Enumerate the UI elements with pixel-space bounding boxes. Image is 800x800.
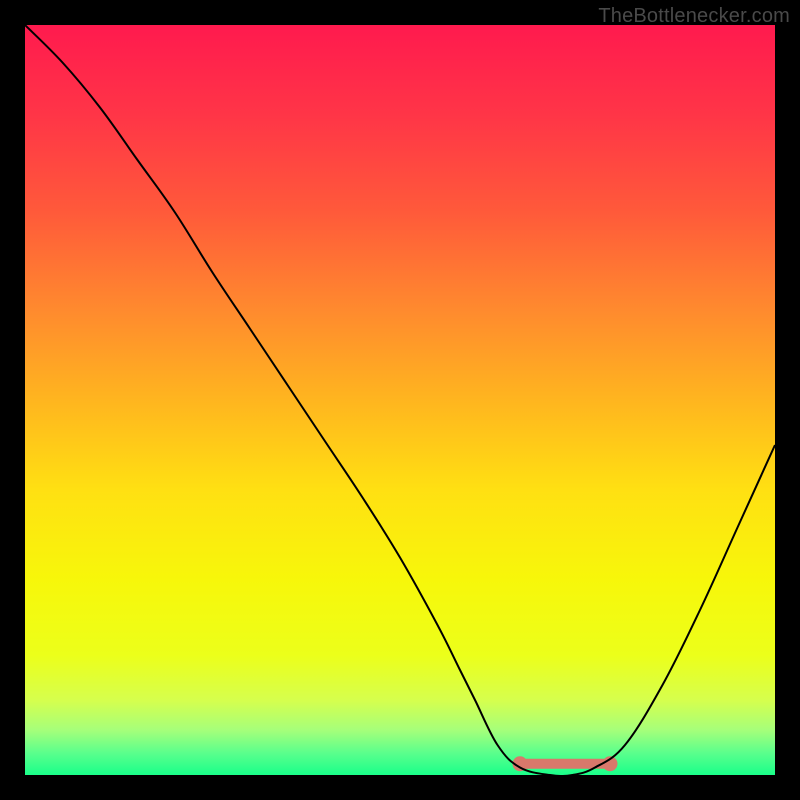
chart-container: TheBottleneсker.com — [0, 0, 800, 800]
attribution-label: TheBottleneсker.com — [598, 5, 790, 28]
plot-area — [25, 25, 775, 775]
bottleneck-curve — [25, 25, 775, 775]
curve-layer — [25, 25, 775, 775]
